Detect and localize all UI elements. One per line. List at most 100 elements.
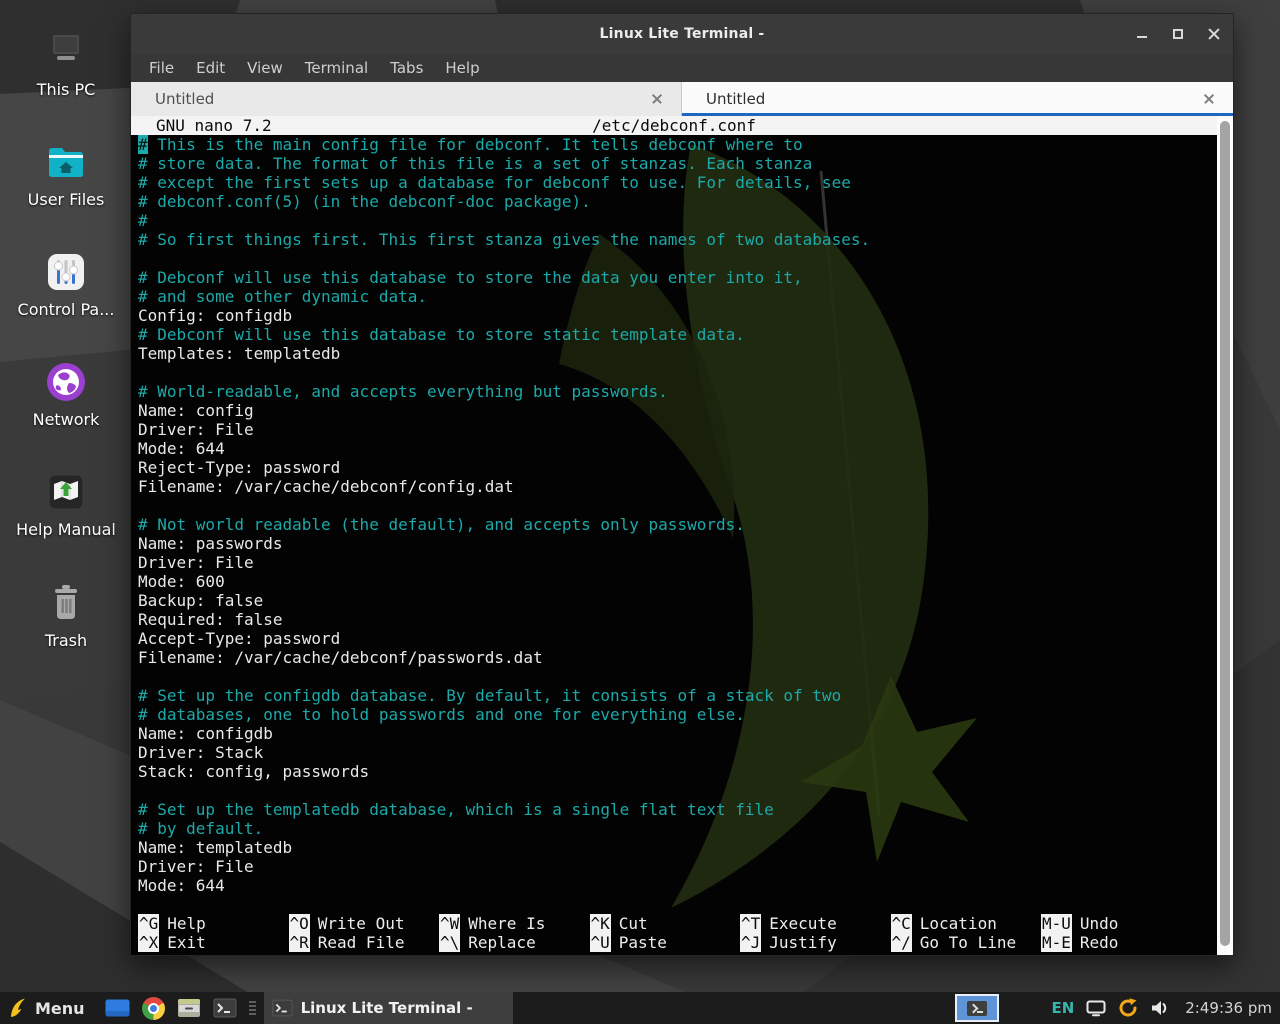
terminal-screen[interactable]: GNU nano 7.2 /etc/debconf.conf # This is…	[131, 116, 1217, 955]
launcher-file-manager[interactable]	[105, 998, 130, 1018]
shortcut-item: ^O Write Out	[289, 914, 440, 933]
window-controls	[1135, 14, 1221, 54]
window-list-handle[interactable]	[249, 999, 256, 1017]
user-files-folder-icon	[42, 138, 90, 186]
shortcut-key: ^\	[439, 933, 460, 952]
close-button[interactable]	[1207, 27, 1221, 41]
launcher-archive[interactable]	[177, 998, 201, 1018]
shortcut-label: Go To Line	[920, 933, 1016, 952]
editor-line: # World-readable, and accepts everything…	[138, 382, 1217, 401]
nano-footer: ^GHelp^XExit^OWrite Out^RRead File^WWher…	[131, 914, 1217, 952]
tab-untitled-2[interactable]: Untitled	[682, 82, 1233, 116]
desktop-icon-label: This PC	[0, 81, 132, 99]
tab-untitled-1[interactable]: Untitled	[131, 82, 682, 116]
network-globe-icon	[42, 358, 90, 406]
editor-line: Config: configdb	[138, 306, 1217, 325]
display-icon	[1086, 1000, 1106, 1017]
shortcut-label: Cut	[619, 914, 648, 933]
desktop-icon-label: Trash	[0, 632, 132, 650]
shortcut-label: Write Out	[318, 914, 405, 933]
editor-line: Templates: templatedb	[138, 344, 1217, 363]
editor-line: # and some other dynamic data.	[138, 287, 1217, 306]
shortcut-item: ^/Go To Line	[891, 933, 1042, 952]
menu-item-help[interactable]: Help	[434, 56, 490, 80]
start-menu-button[interactable]: Menu	[0, 997, 93, 1019]
shortcut-key: ^T	[740, 914, 761, 933]
menu-item-file[interactable]: File	[138, 56, 185, 80]
editor-line: # except the first sets up a database fo…	[138, 173, 1217, 192]
help-manual-map-icon	[42, 468, 90, 516]
scrollbar-thumb[interactable]	[1220, 121, 1230, 946]
task-button-label: Linux Lite Terminal -	[301, 999, 473, 1017]
desktop-icon-trash[interactable]: Trash	[0, 579, 132, 650]
shortcut-item: ^TExecute	[740, 914, 891, 933]
editor-line: Name: configdb	[138, 724, 1217, 743]
task-button-terminal[interactable]: Linux Lite Terminal -	[264, 992, 513, 1024]
desktop-icon-label: Network	[0, 411, 132, 429]
tab-close-icon[interactable]	[1203, 93, 1215, 105]
menu-item-view[interactable]: View	[236, 56, 294, 80]
menubar: FileEditViewTerminalTabsHelp	[131, 54, 1233, 82]
desktop-icon-user-files[interactable]: User Files	[0, 138, 132, 209]
tray-terminal-indicator[interactable]	[955, 994, 999, 1022]
volume-tray-button[interactable]	[1150, 999, 1170, 1017]
shortcut-label: Replace	[468, 933, 535, 952]
desktop-icon-network[interactable]: Network	[0, 358, 132, 429]
shortcut-item: ^JJustify	[740, 933, 891, 952]
menu-item-edit[interactable]: Edit	[185, 56, 236, 80]
shortcut-key: ^C	[891, 914, 912, 933]
terminal-launcher-icon	[213, 998, 237, 1018]
editor-line: # Not world readable (the default), and …	[138, 515, 1217, 534]
nano-filename: /etc/debconf.conf	[131, 116, 1217, 135]
shortcut-label: Read File	[318, 933, 405, 952]
system-tray: EN 2:49:36 pm	[955, 994, 1280, 1022]
editor-line: # This is the main config file for debco…	[138, 135, 1217, 154]
shortcut-key: ^W	[439, 914, 460, 933]
shortcut-label: Where Is	[468, 914, 545, 933]
minimize-button[interactable]	[1135, 27, 1149, 41]
editor-line: # debconf.conf(5) (in the debconf-doc pa…	[138, 192, 1217, 211]
desktop-icon-control-panel[interactable]: Control Pa...	[0, 248, 132, 319]
desktop-icons: This PC User Files Co	[0, 0, 132, 960]
shortcut-key: ^O	[289, 914, 310, 933]
editor-line	[138, 496, 1217, 515]
maximize-button[interactable]	[1171, 27, 1185, 41]
editor-line: # Debconf will use this database to stor…	[138, 325, 1217, 344]
shortcut-column: ^TExecute^JJustify	[740, 914, 891, 952]
window-title: Linux Lite Terminal -	[600, 26, 765, 42]
shortcut-column: ^OWrite Out^RRead File	[289, 914, 440, 952]
menu-item-terminal[interactable]: Terminal	[294, 56, 379, 80]
scrollbar[interactable]	[1217, 116, 1233, 955]
editor-line: Reject-Type: password	[138, 458, 1217, 477]
titlebar[interactable]: Linux Lite Terminal -	[131, 14, 1233, 54]
shortcut-column: M-UUndoM-ERedo	[1041, 914, 1192, 952]
text-cursor: #	[138, 135, 148, 154]
editor-line	[138, 249, 1217, 268]
shortcut-label: Location	[920, 914, 997, 933]
desktop-icon-this-pc[interactable]: This PC	[0, 28, 132, 99]
clock[interactable]: 2:49:36 pm	[1185, 999, 1272, 1017]
shortcut-column: ^C Location^/Go To Line	[891, 914, 1042, 952]
language-indicator[interactable]: EN	[1051, 999, 1074, 1017]
shortcut-column: ^KCut^UPaste	[590, 914, 741, 952]
shortcut-label: Redo	[1080, 933, 1119, 952]
terminal-window: Linux Lite Terminal - FileEditViewTermin…	[130, 13, 1234, 956]
shortcut-item: ^W Where Is	[439, 914, 590, 933]
desktop-icon-help-manual[interactable]: Help Manual	[0, 468, 132, 539]
editor-line: Name: config	[138, 401, 1217, 420]
shortcut-key: ^K	[590, 914, 611, 933]
menu-item-tabs[interactable]: Tabs	[379, 56, 434, 80]
tab-close-icon[interactable]	[651, 93, 663, 105]
shortcut-label: Undo	[1080, 914, 1119, 933]
desktop-icon-label: Control Pa...	[0, 301, 132, 319]
launcher-terminal[interactable]	[213, 998, 237, 1018]
shortcut-key: M-E	[1041, 933, 1072, 952]
editor-line: Driver: File	[138, 857, 1217, 876]
shortcut-key: ^U	[590, 933, 611, 952]
display-tray-button[interactable]	[1086, 1000, 1106, 1017]
editor-line: Name: templatedb	[138, 838, 1217, 857]
editor-line	[138, 667, 1217, 686]
launcher-chrome[interactable]	[142, 997, 165, 1020]
volume-icon	[1150, 999, 1170, 1017]
updates-tray-button[interactable]	[1117, 997, 1139, 1019]
